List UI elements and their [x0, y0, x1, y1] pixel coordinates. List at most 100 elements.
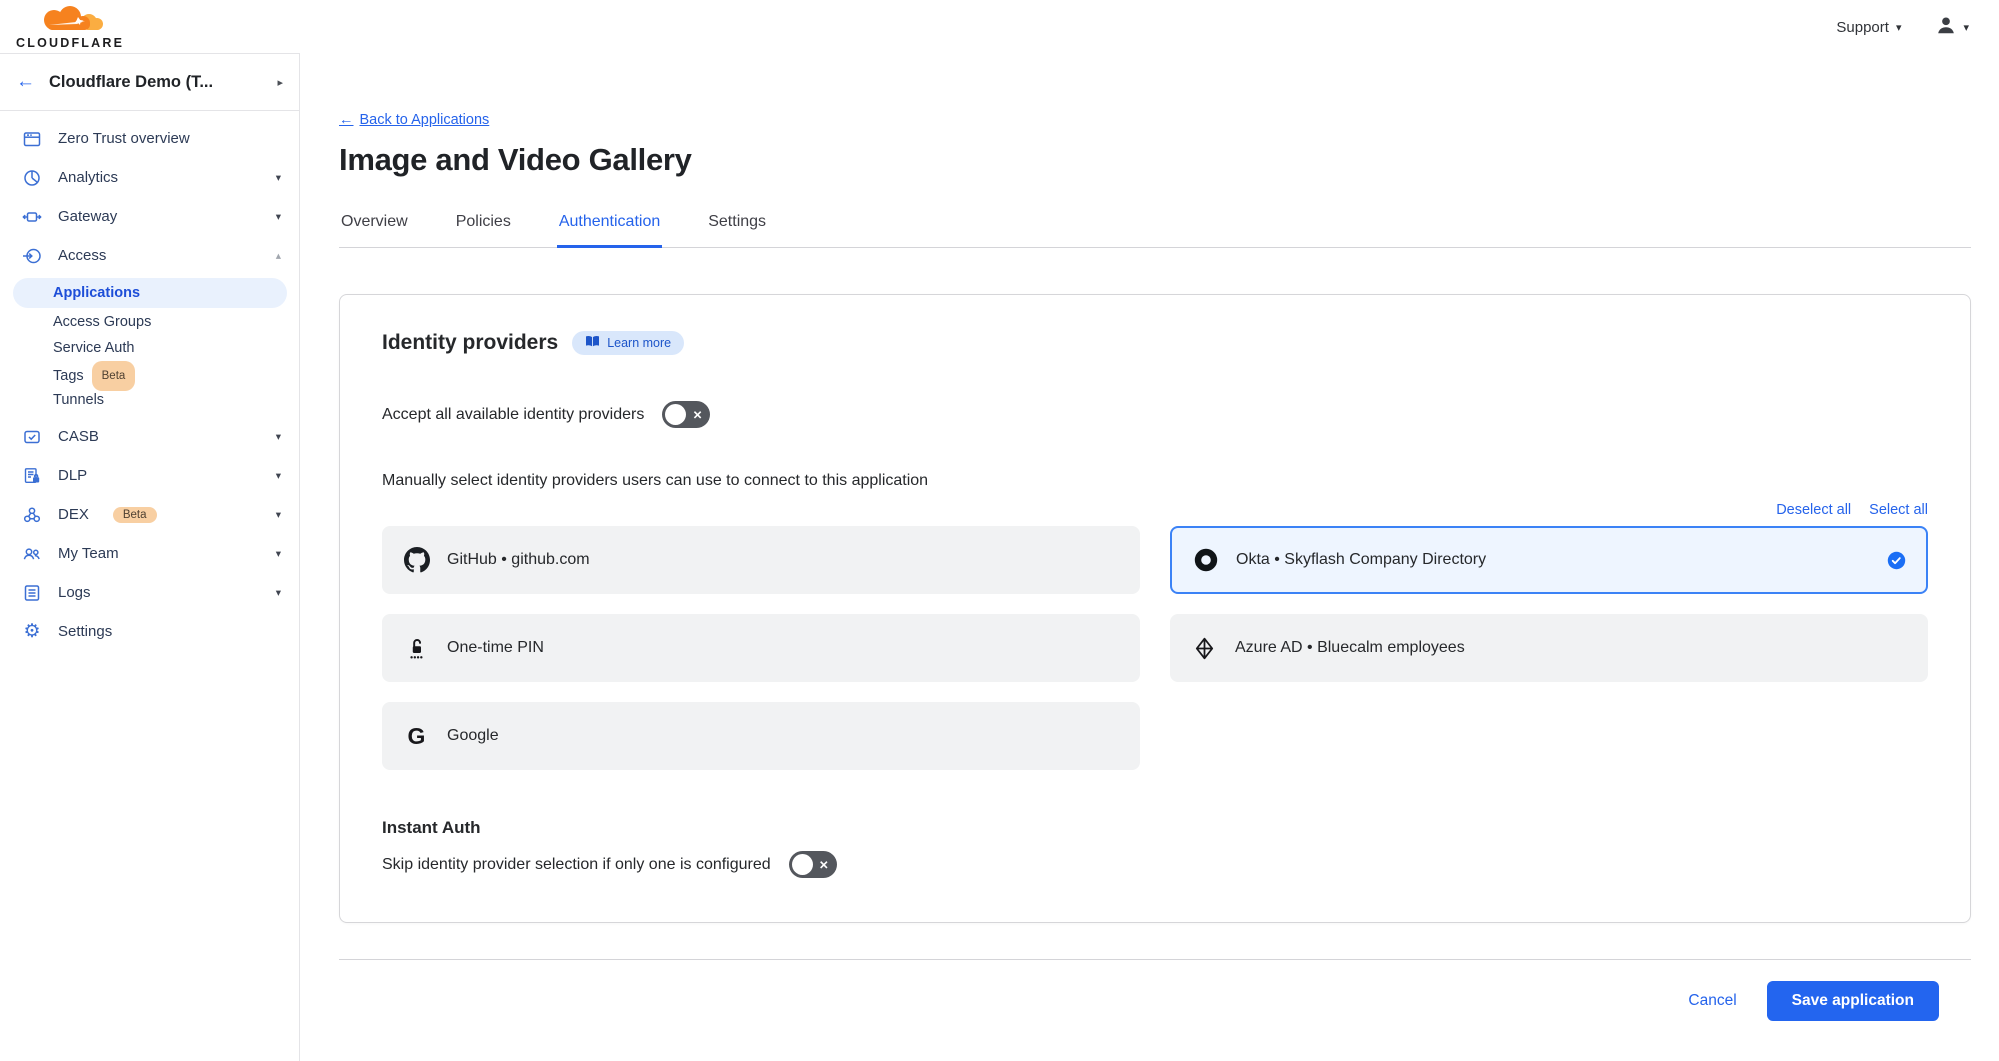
access-icon	[22, 246, 42, 266]
instant-auth-heading: Instant Auth	[382, 818, 1928, 838]
sidebar-item-tags[interactable]: TagsBeta	[0, 361, 299, 387]
tab-bar: Overview Policies Authentication Setting…	[339, 211, 1971, 248]
accept-all-label: Accept all available identity providers	[382, 406, 644, 424]
back-arrow-icon: ←	[339, 112, 354, 128]
sidebar-item-label: Settings	[58, 623, 112, 640]
sidebar-item-tunnels[interactable]: Tunnels	[0, 387, 299, 413]
provider-tile-okta[interactable]: Okta • Skyflash Company Directory	[1170, 526, 1928, 594]
sidebar: ← Cloudflare Demo (T... ▸ Zero Trust ove…	[0, 53, 300, 1061]
tab-settings[interactable]: Settings	[706, 211, 768, 248]
select-all-link[interactable]: Select all	[1869, 502, 1928, 518]
provider-tile-azure-ad[interactable]: Azure AD • Bluecalm employees	[1170, 614, 1928, 682]
chevron-down-icon[interactable]: ▾	[276, 587, 281, 599]
gateway-icon	[22, 207, 42, 227]
sidebar-item-settings[interactable]: ⚙ Settings	[0, 612, 299, 651]
chevron-up-icon[interactable]: ▴	[276, 250, 281, 262]
main-content: ← Back to Applications Image and Video G…	[300, 53, 1999, 1061]
chevron-down-icon[interactable]: ▾	[276, 509, 281, 521]
sidebar-item-zero-trust-overview[interactable]: Zero Trust overview	[0, 119, 299, 158]
logs-list-icon	[22, 583, 42, 603]
access-subnav: Applications Access Groups Service Auth …	[0, 275, 299, 417]
bulk-select-links: Deselect all Select all	[382, 502, 1928, 518]
cancel-button[interactable]: Cancel	[1688, 992, 1736, 1010]
accept-all-row: Accept all available identity providers …	[382, 401, 1928, 428]
chevron-down-icon[interactable]: ▾	[276, 431, 281, 443]
tab-authentication[interactable]: Authentication	[557, 211, 662, 248]
sidebar-item-access-groups[interactable]: Access Groups	[0, 309, 299, 335]
sidebar-item-gateway[interactable]: Gateway ▾	[0, 197, 299, 236]
sidebar-account-header: ← Cloudflare Demo (T... ▸	[0, 54, 299, 111]
chevron-right-icon[interactable]: ▸	[277, 76, 283, 89]
provider-grid: GitHub • github.com Okta • Skyflash Comp…	[382, 526, 1928, 770]
card-header: Identity providers Learn more	[382, 331, 1928, 355]
topbar: CLOUDFLARE Support ▾ ▾	[0, 0, 1999, 53]
github-icon	[403, 547, 430, 573]
brand-wordmark: CLOUDFLARE	[16, 37, 124, 50]
chevron-down-icon[interactable]: ▾	[276, 211, 281, 223]
selected-check-icon	[1887, 551, 1906, 570]
tab-policies[interactable]: Policies	[454, 211, 513, 248]
sidebar-item-service-auth[interactable]: Service Auth	[0, 335, 299, 361]
cloudflare-logo[interactable]: CLOUDFLARE	[16, 5, 124, 50]
document-lock-icon	[22, 466, 42, 486]
sidebar-item-logs[interactable]: Logs ▾	[0, 573, 299, 612]
instant-auth-toggle[interactable]: ✕	[789, 851, 837, 878]
chevron-down-icon[interactable]: ▾	[276, 172, 281, 184]
provider-name: Google	[447, 727, 499, 745]
user-avatar-icon	[1935, 14, 1957, 41]
gear-icon: ⚙	[22, 622, 42, 642]
provider-tile-github[interactable]: GitHub • github.com	[382, 526, 1140, 594]
provider-name: Azure AD • Bluecalm employees	[1235, 639, 1465, 657]
support-label: Support	[1836, 19, 1889, 36]
azure-ad-icon	[1191, 636, 1218, 661]
sidebar-item-label: CASB	[58, 428, 99, 445]
sidebar-item-applications[interactable]: Applications	[13, 278, 287, 308]
beta-badge: Beta	[113, 507, 157, 523]
provider-name: One-time PIN	[447, 639, 544, 657]
google-icon: G	[403, 723, 430, 750]
sidebar-item-label: DLP	[58, 467, 87, 484]
deselect-all-link[interactable]: Deselect all	[1776, 502, 1851, 518]
sidebar-item-label: Gateway	[58, 208, 117, 225]
instant-auth-label: Skip identity provider selection if only…	[382, 856, 771, 874]
sidebar-item-label: My Team	[58, 545, 119, 562]
toggle-off-x-icon: ✕	[693, 408, 703, 422]
provider-tile-one-time-pin[interactable]: One-time PIN	[382, 614, 1140, 682]
browser-window-icon	[22, 129, 42, 149]
app-root: CLOUDFLARE Support ▾ ▾ ← C	[0, 0, 1999, 1061]
account-name[interactable]: Cloudflare Demo (T...	[49, 73, 263, 92]
sidebar-item-label: Tags	[53, 368, 84, 384]
sidebar-item-access[interactable]: Access ▴	[0, 236, 299, 275]
one-time-pin-icon	[403, 635, 430, 661]
toggle-knob	[665, 404, 686, 425]
sidebar-item-analytics[interactable]: Analytics ▾	[0, 158, 299, 197]
learn-more-label: Learn more	[607, 336, 671, 350]
back-arrow-icon[interactable]: ←	[16, 71, 35, 93]
okta-icon	[1192, 547, 1219, 573]
chevron-down-icon: ▾	[1896, 21, 1902, 34]
support-menu[interactable]: Support ▾	[1836, 19, 1901, 36]
chevron-down-icon[interactable]: ▾	[276, 470, 281, 482]
learn-more-badge[interactable]: Learn more	[572, 331, 684, 355]
sidebar-item-dlp[interactable]: DLP ▾	[0, 456, 299, 495]
book-icon	[585, 335, 600, 351]
page-title: Image and Video Gallery	[339, 142, 1971, 178]
casb-icon	[22, 427, 42, 447]
sidebar-item-my-team[interactable]: My Team ▾	[0, 534, 299, 573]
cloudflare-cloud-icon	[27, 5, 113, 36]
tab-overview[interactable]: Overview	[339, 211, 410, 248]
accept-all-toggle[interactable]: ✕	[662, 401, 710, 428]
back-link-label: Back to Applications	[360, 112, 490, 128]
back-to-applications-link[interactable]: ← Back to Applications	[339, 112, 489, 128]
provider-tile-google[interactable]: G Google	[382, 702, 1140, 770]
user-menu[interactable]: ▾	[1935, 14, 1969, 41]
chevron-down-icon[interactable]: ▾	[276, 548, 281, 560]
provider-name: Okta • Skyflash Company Directory	[1236, 551, 1486, 569]
sidebar-item-casb[interactable]: CASB ▾	[0, 417, 299, 456]
shell: ← Cloudflare Demo (T... ▸ Zero Trust ove…	[0, 53, 1999, 1061]
manual-select-text: Manually select identity providers users…	[382, 472, 1928, 490]
save-application-button[interactable]: Save application	[1767, 981, 1939, 1021]
toggle-off-x-icon: ✕	[819, 858, 829, 872]
sidebar-item-label: Access	[58, 247, 106, 264]
sidebar-item-dex[interactable]: DEX Beta ▾	[0, 495, 299, 534]
